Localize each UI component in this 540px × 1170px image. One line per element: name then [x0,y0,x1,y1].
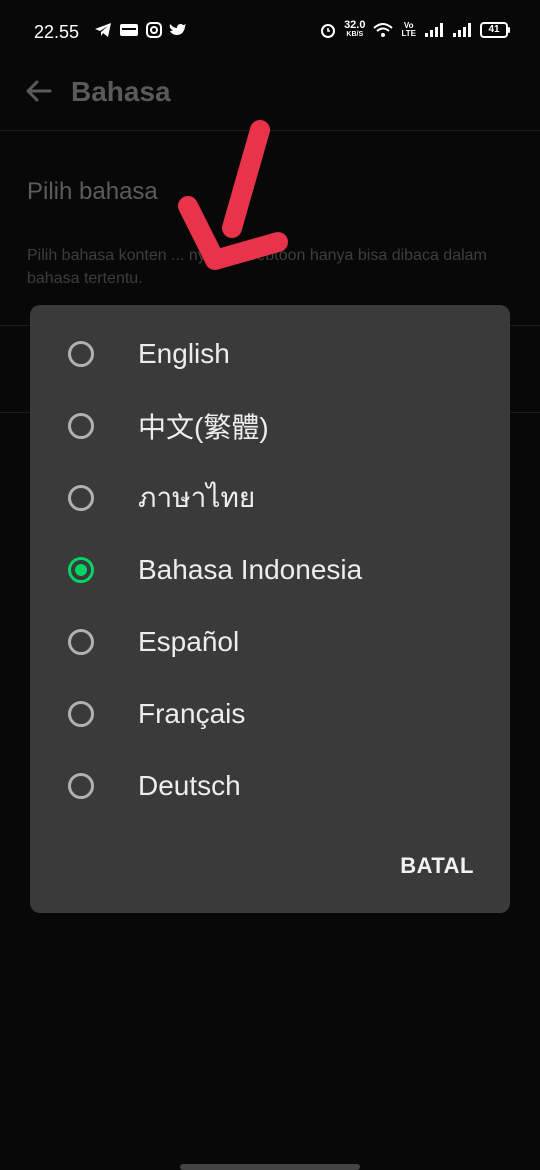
radio-button[interactable] [68,413,94,439]
twitter-icon [169,24,186,35]
alarm-icon [321,24,336,38]
red-arrow-annotation [178,120,288,270]
language-option-indonesian[interactable]: Bahasa Indonesia [30,534,510,606]
cancel-button[interactable]: BATAL [400,853,474,879]
language-label: Bahasa Indonesia [138,554,363,585]
instagram-icon [146,22,162,38]
back-arrow-icon[interactable] [24,76,54,106]
language-label: Español [138,626,240,657]
language-option-chinese[interactable]: 中文(繁體) [30,390,510,462]
volte-indicator: Vo LTE [401,21,416,38]
notification-icons [94,22,187,38]
radio-button[interactable] [68,341,94,367]
status-time: 22.55 [34,22,80,42]
status-bar: 22.55 32.0 KB/S Vo LTE 41 [0,0,540,64]
radio-button[interactable] [68,701,94,727]
language-label: ภาษาไทย [138,482,256,513]
language-label: Français [138,698,246,729]
net-speed: 32.0 KB/S [344,19,366,39]
telegram-icon [95,23,111,37]
language-label: 中文(繁體) [138,412,269,443]
page-title: Bahasa [71,76,171,107]
language-option-spanish[interactable]: Español [30,606,510,678]
radio-button-selected[interactable] [68,557,94,583]
language-option-french[interactable]: Français [30,678,510,750]
signal-icon-2 [453,23,471,37]
language-option-thai[interactable]: ภาษาไทย [30,462,510,534]
language-option-english[interactable]: English [30,318,510,390]
news-app-icon [120,24,138,36]
signal-icon-1 [425,23,443,37]
language-label: English [138,338,230,369]
wifi-icon [373,23,394,37]
language-dialog: English 中文(繁體) ภาษาไทย Bahasa Indonesia … [30,305,510,913]
radio-button[interactable] [68,773,94,799]
gesture-nav-bar[interactable] [180,1164,360,1170]
radio-button[interactable] [68,485,94,511]
system-indicators: 32.0 KB/S Vo LTE 41 [320,19,510,40]
battery-indicator: 41 [480,22,510,38]
language-label: Deutsch [138,770,241,801]
radio-button[interactable] [68,629,94,655]
language-setting-title[interactable]: Pilih bahasa [27,178,158,206]
language-option-german[interactable]: Deutsch [30,750,510,822]
